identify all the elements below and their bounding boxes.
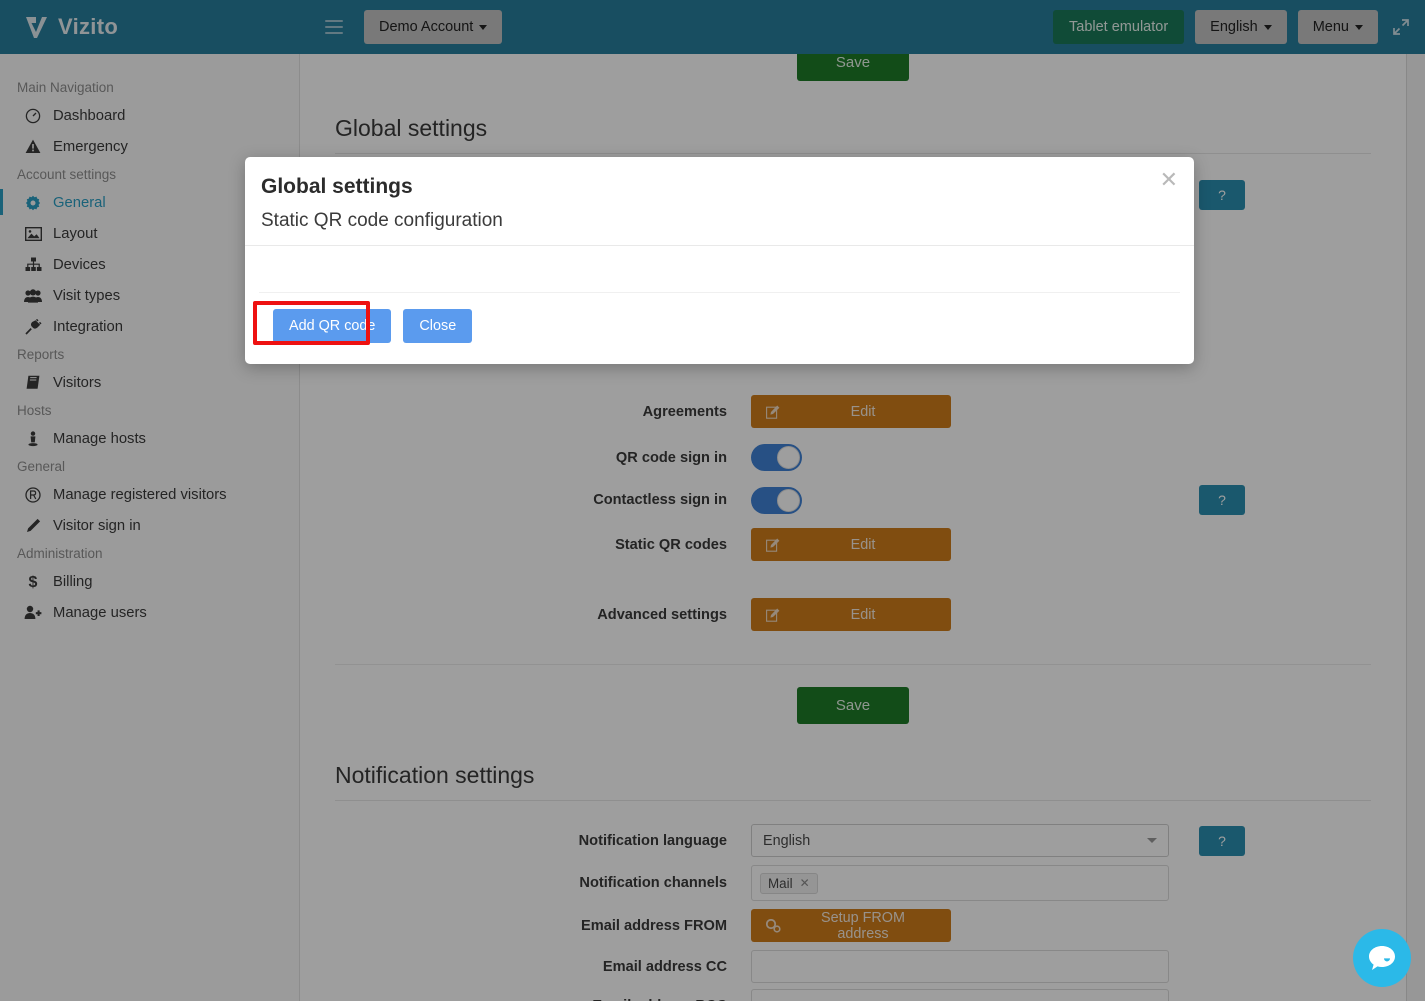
modal-body [245,246,1194,292]
close-x-icon[interactable]: ✕ [1160,169,1178,191]
app-root: Vizito Demo Account Tablet emulator Engl… [0,0,1425,1001]
modal-subtitle: Static QR code configuration [245,199,1194,246]
modal-backdrop[interactable] [0,0,1425,1001]
chat-widget-button[interactable] [1353,929,1411,987]
global-settings-modal: ✕ Global settings Static QR code configu… [245,157,1194,364]
chat-bubble-icon [1367,944,1397,972]
modal-actions: Add QR code Close [245,293,1194,343]
add-qr-code-button[interactable]: Add QR code [273,309,391,343]
modal-title: Global settings [245,157,1194,199]
close-modal-button[interactable]: Close [403,309,472,343]
